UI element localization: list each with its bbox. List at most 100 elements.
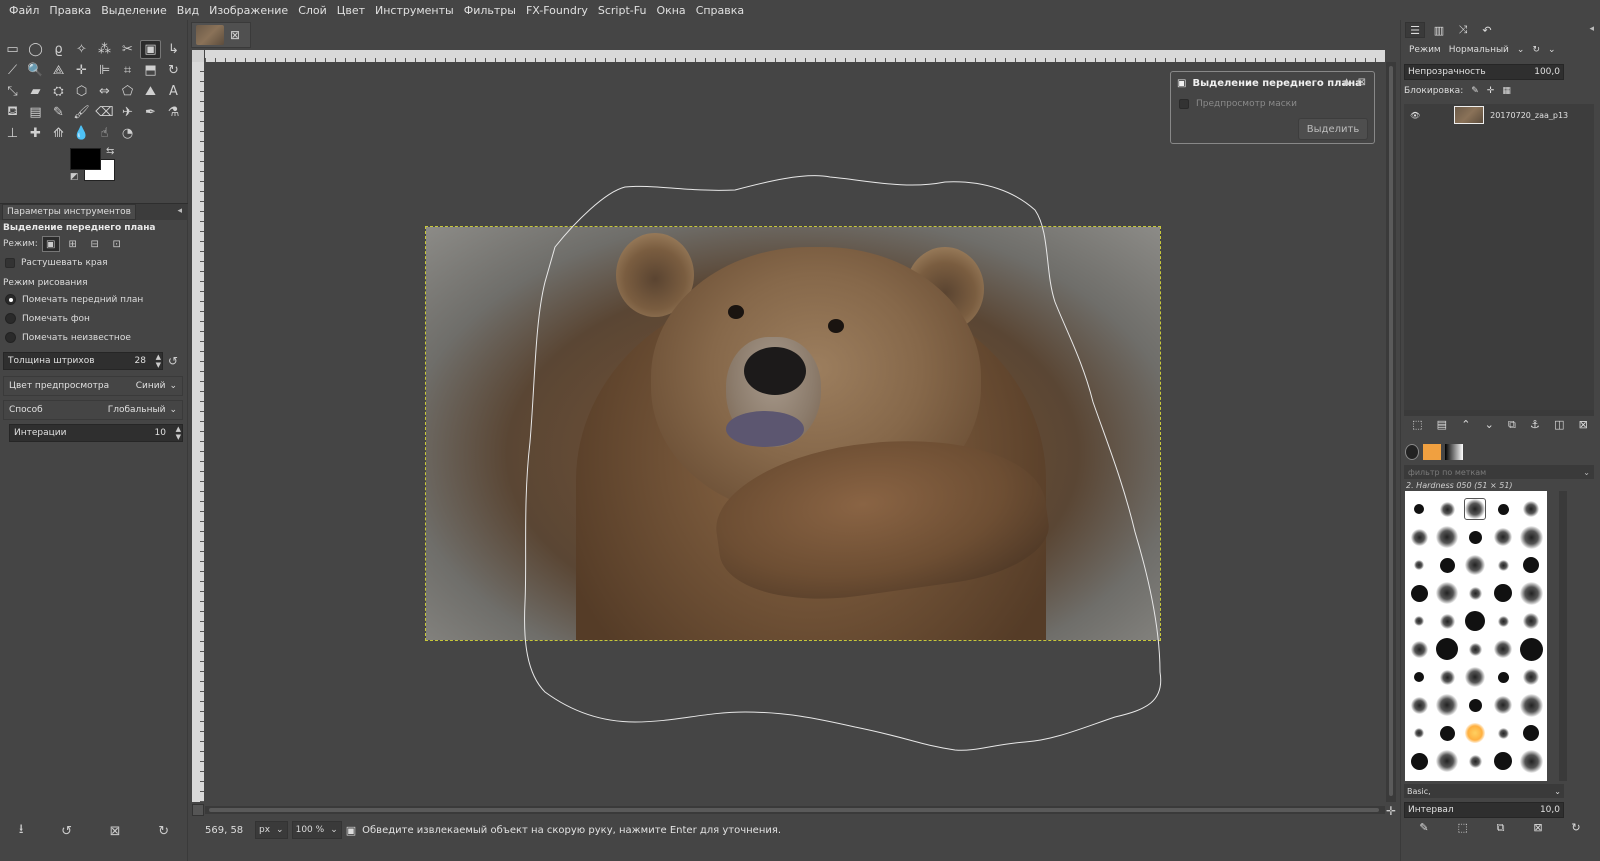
menu-item-10[interactable]: Script-Fu — [593, 4, 652, 17]
refresh-brushes-icon[interactable]: ↻ — [1571, 821, 1580, 839]
save-preset-icon[interactable]: ⭳ — [19, 820, 24, 842]
patterns-tab-icon[interactable] — [1423, 444, 1441, 460]
rect-select-icon[interactable]: ▭ — [2, 40, 23, 59]
close-icon[interactable]: ⊠ — [230, 28, 240, 42]
duplicate-brush-icon[interactable]: ⧉ — [1497, 821, 1505, 839]
zoom-icon[interactable]: 🔍 — [25, 61, 46, 80]
duplicate-layer-icon[interactable]: ⧉ — [1508, 418, 1516, 436]
brush-preview[interactable] — [1414, 728, 1424, 738]
brush-preview[interactable] — [1436, 582, 1458, 604]
brush-preview[interactable] — [1410, 696, 1428, 714]
brush-preview[interactable] — [1439, 669, 1455, 685]
unit-combo[interactable]: px ⌄ — [255, 821, 288, 839]
channels-tab-icon[interactable]: ▥ — [1429, 22, 1449, 38]
pin-icon[interactable]: ▲ — [1343, 77, 1350, 87]
brush-preview[interactable] — [1519, 749, 1543, 773]
blur-icon[interactable]: 💧 — [71, 124, 92, 143]
rotate-icon[interactable]: ↻ — [163, 61, 184, 80]
brush-preview[interactable] — [1497, 671, 1509, 683]
brush-preview[interactable] — [1468, 586, 1482, 600]
layers-scrollbar[interactable] — [1404, 410, 1594, 416]
iterations-spinner[interactable]: Интерации 10 ▲ ▼ — [9, 424, 183, 442]
delete-preset-icon[interactable]: ⊠ — [110, 824, 121, 839]
menu-item-8[interactable]: Фильтры — [459, 4, 521, 17]
delete-layer-icon[interactable]: ⊠ — [1579, 418, 1588, 436]
horizontal-ruler[interactable] — [205, 50, 1385, 62]
reset-mode-icon[interactable]: ↻ — [1532, 45, 1540, 55]
brush-preview[interactable] — [1494, 584, 1512, 602]
layer-row[interactable]: 👁 20170720_zaa_p13 — [1404, 104, 1594, 126]
cancel-icon[interactable]: ▣ — [346, 824, 356, 837]
unified-transform-icon[interactable]: ⬒ — [140, 61, 161, 80]
fuzzy-select-icon[interactable]: ✧ — [71, 40, 92, 59]
stroke-width-spinner[interactable]: Толщина штрихов 28 ▲ ▼ — [3, 352, 163, 370]
menu-item-11[interactable]: Окна — [651, 4, 690, 17]
move-icon[interactable]: ✛ — [71, 61, 92, 80]
brush-preview[interactable] — [1519, 637, 1543, 661]
delete-brush-icon[interactable]: ⊠ — [1533, 821, 1542, 839]
brush-preview[interactable] — [1494, 752, 1512, 770]
layer-name[interactable]: 20170720_zaa_p13 — [1490, 111, 1580, 120]
brush-preview[interactable] — [1468, 530, 1482, 544]
radio-foreground[interactable] — [5, 294, 16, 305]
reset-defaults-icon[interactable]: ↻ — [158, 824, 169, 839]
brush-preview[interactable] — [1523, 669, 1539, 685]
default-colors-icon[interactable]: ◩ — [70, 172, 79, 182]
brush-preview[interactable] — [1465, 723, 1485, 743]
canvas-area[interactable] — [205, 62, 1385, 802]
lock-alpha-icon[interactable]: ▦ — [1502, 86, 1511, 96]
brush-preview[interactable] — [1494, 696, 1512, 714]
preview-color-combo[interactable]: Цвет предпросмотра Синий ⌄ — [3, 376, 183, 396]
draw-mode-foreground[interactable]: Помечать передний план — [5, 294, 143, 305]
menu-item-0[interactable]: Файл — [4, 4, 44, 17]
handle-transform-icon[interactable]: ⛰ — [140, 82, 161, 101]
feather-checkbox[interactable] — [5, 258, 15, 268]
brush-preview[interactable] — [1414, 616, 1424, 626]
reset-stroke-width-icon[interactable]: ↺ — [168, 354, 178, 368]
tab-tool-options[interactable]: Параметры инструментов — [2, 204, 136, 220]
clone-icon[interactable]: ⊥ — [2, 124, 23, 143]
brush-preview[interactable] — [1523, 501, 1539, 517]
brush-preview[interactable] — [1465, 611, 1485, 631]
dodge-burn-icon[interactable]: ◔ — [117, 124, 138, 143]
brush-preview[interactable] — [1439, 557, 1455, 573]
brush-preview[interactable] — [1414, 504, 1424, 514]
undo-tab-icon[interactable]: ↶ — [1477, 22, 1497, 38]
new-brush-icon[interactable]: ⬚ — [1457, 821, 1467, 839]
brush-tag-filter[interactable]: фильтр по меткам ⌄ — [1404, 465, 1594, 479]
brush-preview[interactable] — [1497, 727, 1509, 739]
ruler-corner[interactable] — [192, 50, 204, 62]
layers-tab-icon[interactable]: ☰ — [1405, 22, 1425, 38]
lock-pixels-icon[interactable]: ✎ — [1471, 86, 1479, 96]
new-layer-icon[interactable]: ⬚ — [1412, 418, 1422, 436]
cage-icon[interactable]: ⬠ — [117, 82, 138, 101]
color-picker-icon[interactable]: ⟋ — [2, 61, 23, 80]
close-icon[interactable]: ⊠ — [1358, 77, 1366, 88]
bucket-fill-icon[interactable]: ⛾ — [2, 103, 23, 122]
spinner-arrows-icon[interactable]: ▲ ▼ — [156, 353, 161, 369]
brush-preview[interactable] — [1494, 640, 1512, 658]
brush-preview[interactable] — [1523, 725, 1539, 741]
layers-list[interactable]: 👁 20170720_zaa_p13 — [1404, 104, 1594, 414]
swap-colors-icon[interactable]: ⇆ — [106, 146, 114, 157]
shear-icon[interactable]: ▰ — [25, 82, 46, 101]
engine-combo[interactable]: Способ Глобальный ⌄ — [3, 400, 183, 420]
brush-preview[interactable] — [1519, 693, 1543, 717]
edit-brush-icon[interactable]: ✎ — [1419, 821, 1428, 839]
pencil-icon[interactable]: ✎ — [48, 103, 69, 122]
brush-preview[interactable] — [1468, 642, 1482, 656]
foreground-select-icon[interactable]: ▣ — [140, 40, 161, 59]
menu-item-3[interactable]: Вид — [172, 4, 204, 17]
heal-icon[interactable]: ✚ — [25, 124, 46, 143]
menu-item-12[interactable]: Справка — [691, 4, 749, 17]
airbrush-icon[interactable]: ✈ — [117, 103, 138, 122]
brush-preview[interactable] — [1439, 725, 1455, 741]
spinner-arrows-icon[interactable]: ▲ ▼ — [176, 425, 181, 441]
brush-spacing-spinner[interactable]: Интервал 10,0 — [1404, 802, 1564, 818]
brush-preview[interactable] — [1410, 752, 1428, 770]
brushes-tab-icon[interactable] — [1405, 444, 1419, 460]
horizontal-scrollbar[interactable] — [205, 806, 1385, 814]
brush-preview[interactable] — [1465, 555, 1485, 575]
radio-background[interactable] — [5, 313, 16, 324]
brush-preview[interactable] — [1439, 613, 1455, 629]
